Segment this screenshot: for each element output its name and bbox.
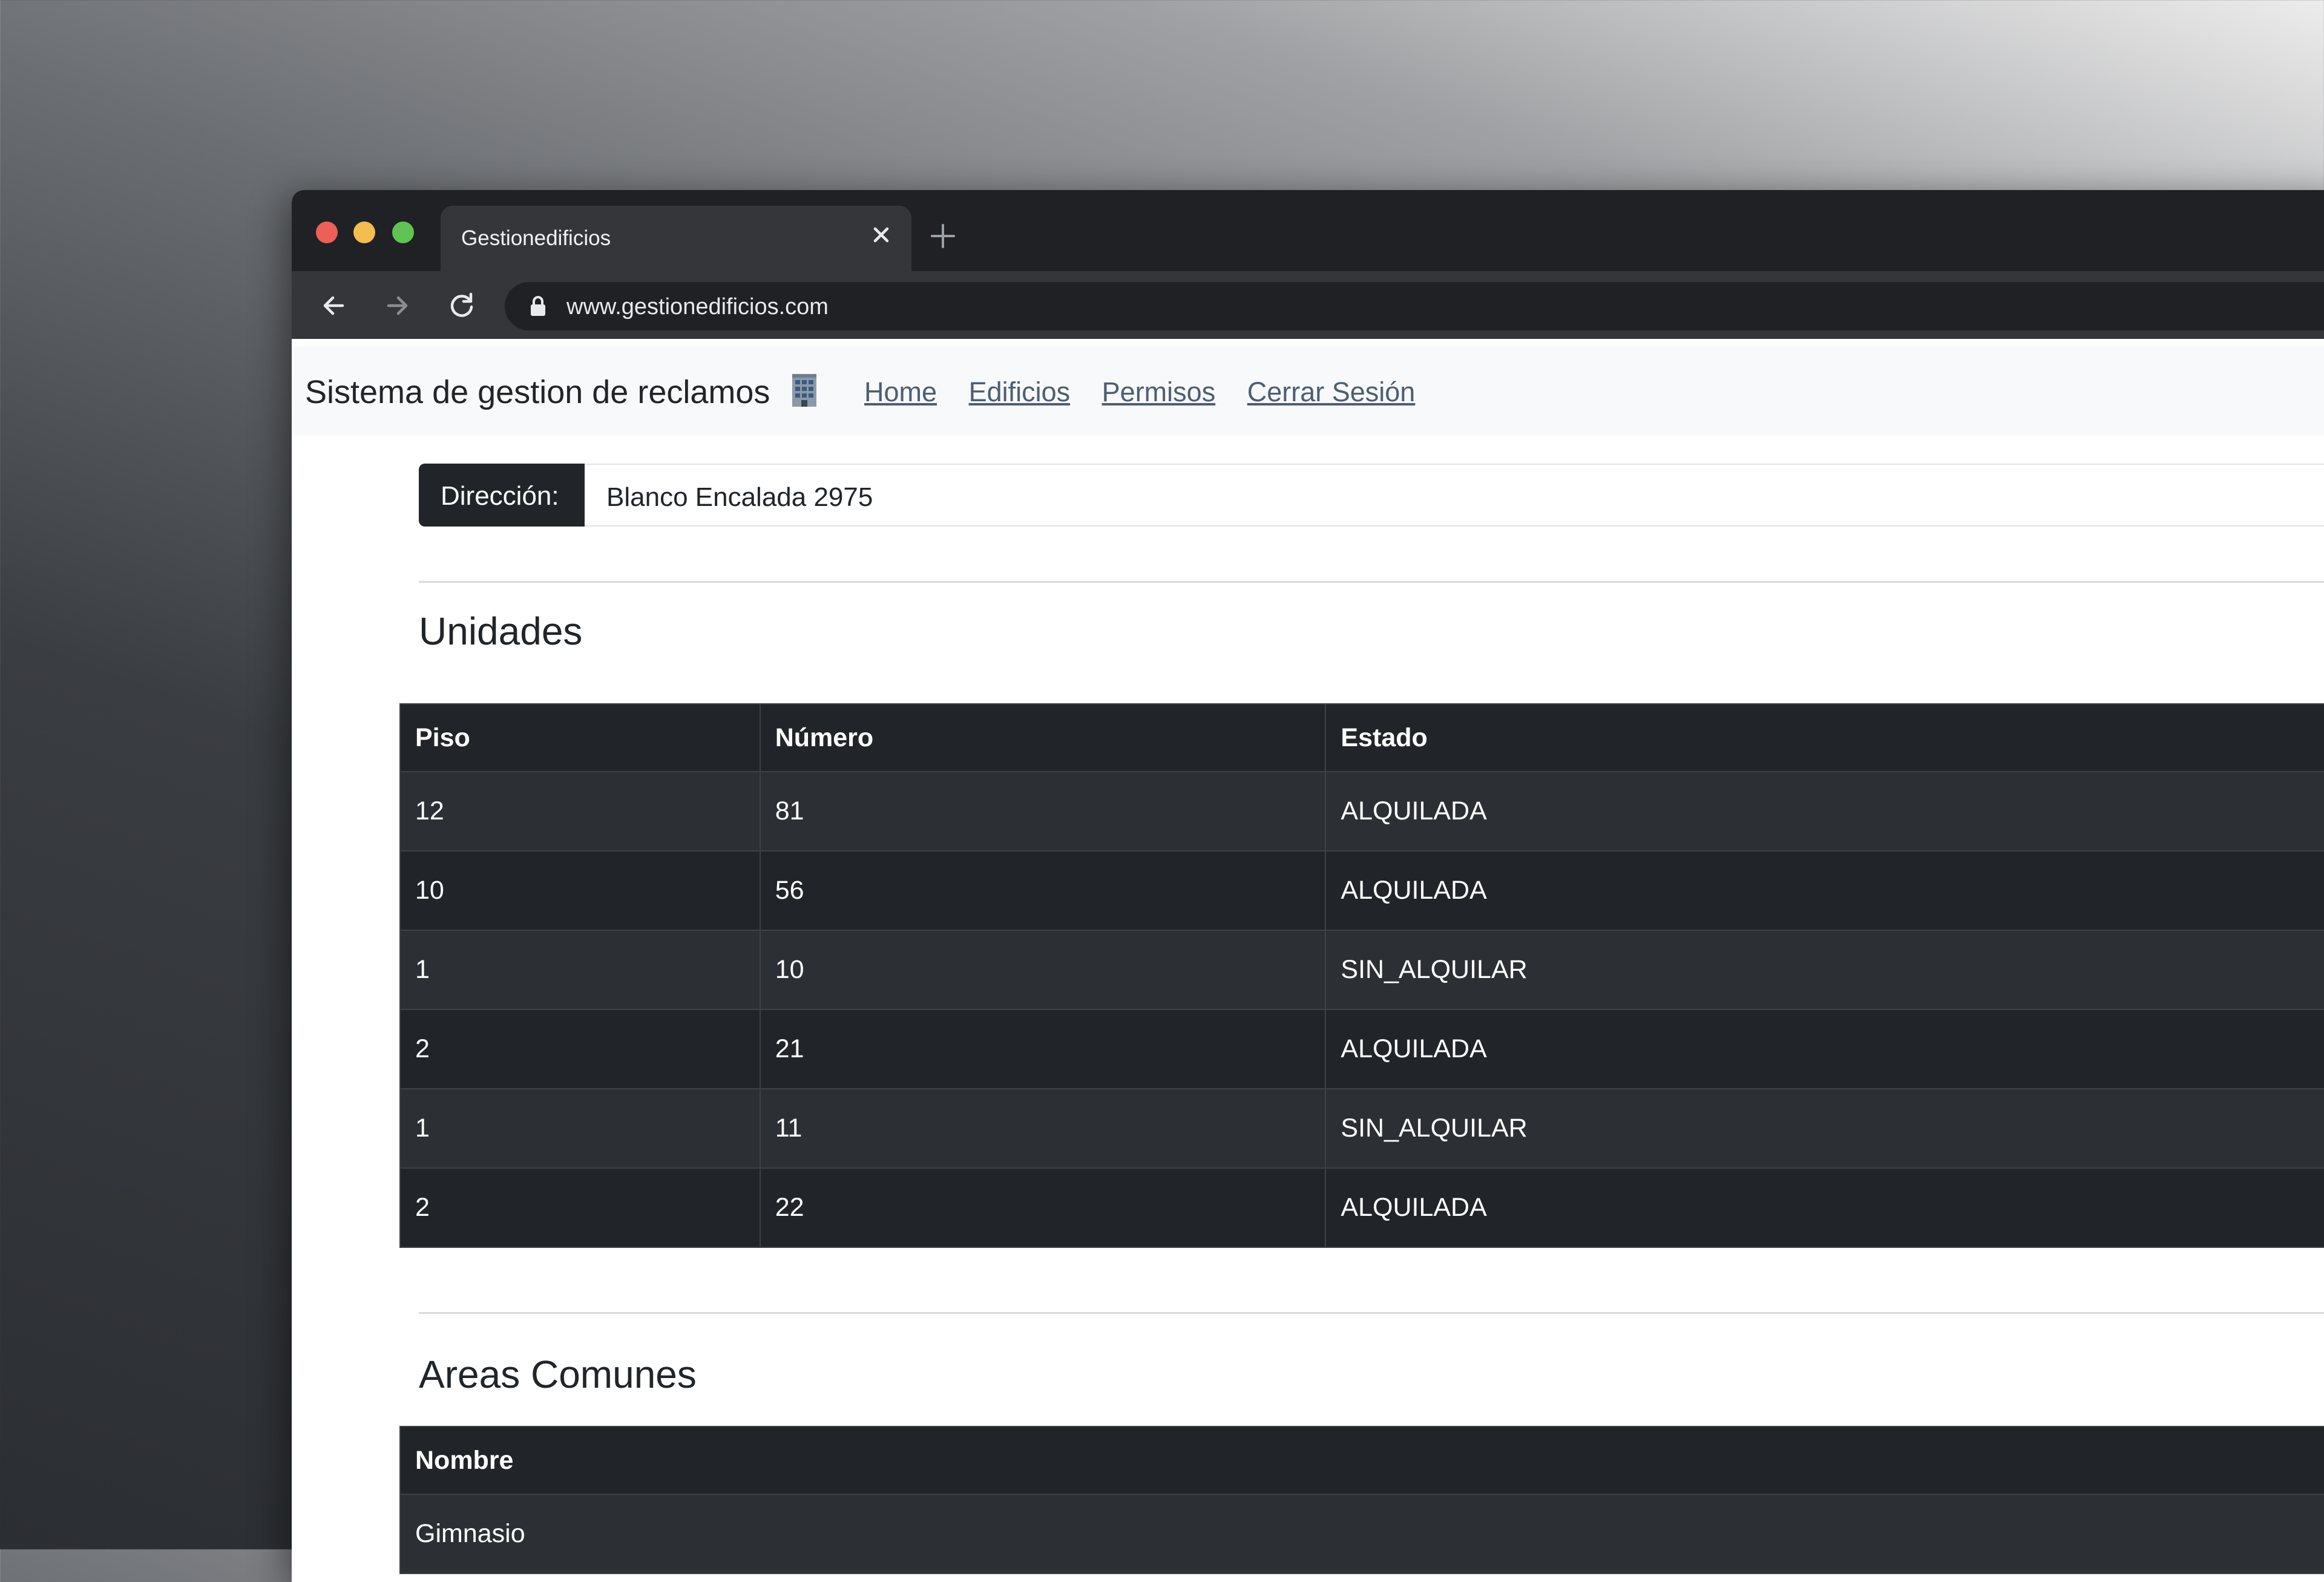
close-tab-icon[interactable] xyxy=(869,223,893,247)
cell-piso: 2 xyxy=(399,1167,761,1248)
direccion-label: Dirección: xyxy=(419,464,585,527)
section-divider xyxy=(419,581,2324,583)
address-bar[interactable]: www.gestionedificios.com xyxy=(505,282,2324,330)
cell-estado: SIN_ALQUILAR xyxy=(1325,930,2324,1010)
cell-estado: SIN_ALQUILAR xyxy=(1325,1088,2324,1169)
column-header-piso[interactable]: Piso xyxy=(399,703,761,772)
brand-text: Sistema de gestion de reclamos xyxy=(305,374,770,410)
table-row[interactable]: 12 81 ALQUILADA xyxy=(399,771,2324,852)
reload-icon[interactable] xyxy=(447,290,477,321)
nav-links: Home Edificios Permisos Cerrar Sesión xyxy=(864,376,1439,408)
tab-title: Gestionedificios xyxy=(461,226,611,250)
nav-link-edificios[interactable]: Edificios xyxy=(969,376,1071,407)
cell-numero: 56 xyxy=(759,850,1327,931)
cell-numero: 22 xyxy=(759,1167,1327,1248)
cell-estado: ALQUILADA xyxy=(1325,771,2324,852)
column-header-estado[interactable]: Estado xyxy=(1325,703,2324,772)
unidades-title: Unidades xyxy=(419,609,583,653)
column-header-numero[interactable]: Número xyxy=(759,703,1327,772)
cell-estado: ALQUILADA xyxy=(1325,1167,2324,1248)
cell-nombre: Gimnasio xyxy=(399,1494,2324,1574)
lock-icon xyxy=(531,296,545,316)
nav-link-cerrar-sesion[interactable]: Cerrar Sesión xyxy=(1247,376,1416,407)
nav-link-permisos[interactable]: Permisos xyxy=(1102,376,1216,407)
cell-numero: 11 xyxy=(759,1088,1327,1169)
browser-tab[interactable]: Gestionedificios xyxy=(441,206,911,271)
nav-link-home[interactable]: Home xyxy=(864,376,937,407)
back-arrow-icon[interactable] xyxy=(318,290,349,321)
table-row[interactable]: Gimnasio xyxy=(399,1494,2324,1574)
browser-toolbar: www.gestionedificios.com xyxy=(292,271,2324,339)
table-row[interactable]: 2 21 ALQUILADA xyxy=(399,1009,2324,1089)
cell-numero: 21 xyxy=(759,1009,1327,1089)
new-tab-icon[interactable] xyxy=(928,222,957,251)
minimize-window-button[interactable] xyxy=(353,222,375,243)
forward-arrow-icon[interactable] xyxy=(382,290,413,321)
maximize-window-button[interactable] xyxy=(392,222,414,243)
section-divider xyxy=(419,1312,2324,1314)
tab-strip: Gestionedificios xyxy=(292,190,2324,271)
direccion-input-group: Dirección: Blanco Encalada 2975 xyxy=(419,464,2324,527)
direccion-field[interactable]: Blanco Encalada 2975 xyxy=(585,464,2324,527)
column-header-nombre[interactable]: Nombre xyxy=(399,1426,2324,1495)
office-building-icon xyxy=(792,374,817,407)
table-header-row: Piso Número Estado xyxy=(399,703,2324,772)
table-header-row: Nombre xyxy=(399,1426,2324,1495)
table-row[interactable]: 10 56 ALQUILADA xyxy=(399,850,2324,931)
cell-piso: 12 xyxy=(399,771,761,852)
navbar-brand[interactable]: Sistema de gestion de reclamos xyxy=(305,373,821,411)
areas-comunes-table: Nombre Gimnasio xyxy=(399,1426,2324,1574)
cell-piso: 1 xyxy=(399,1088,761,1169)
cell-estado: ALQUILADA xyxy=(1325,1009,2324,1089)
browser-window: Gestionedificios www.gestionedificios.co… xyxy=(292,190,2324,1582)
cell-piso: 1 xyxy=(399,930,761,1010)
app-navbar: Sistema de gestion de reclamos Home Edif… xyxy=(292,346,2324,436)
close-window-button[interactable] xyxy=(316,222,338,243)
table-row[interactable]: 1 11 SIN_ALQUILAR xyxy=(399,1088,2324,1169)
cell-numero: 81 xyxy=(759,771,1327,852)
cell-numero: 10 xyxy=(759,930,1327,1010)
cell-piso: 10 xyxy=(399,850,761,931)
table-row[interactable]: 1 10 SIN_ALQUILAR xyxy=(399,930,2324,1010)
cell-piso: 2 xyxy=(399,1009,761,1089)
table-row[interactable]: 2 22 ALQUILADA xyxy=(399,1167,2324,1248)
cell-estado: ALQUILADA xyxy=(1325,850,2324,931)
areas-comunes-title: Areas Comunes xyxy=(419,1353,697,1396)
unidades-table: Piso Número Estado 12 81 ALQUILADA 10 56… xyxy=(399,703,2324,1248)
url-text: www.gestionedificios.com xyxy=(566,294,829,320)
